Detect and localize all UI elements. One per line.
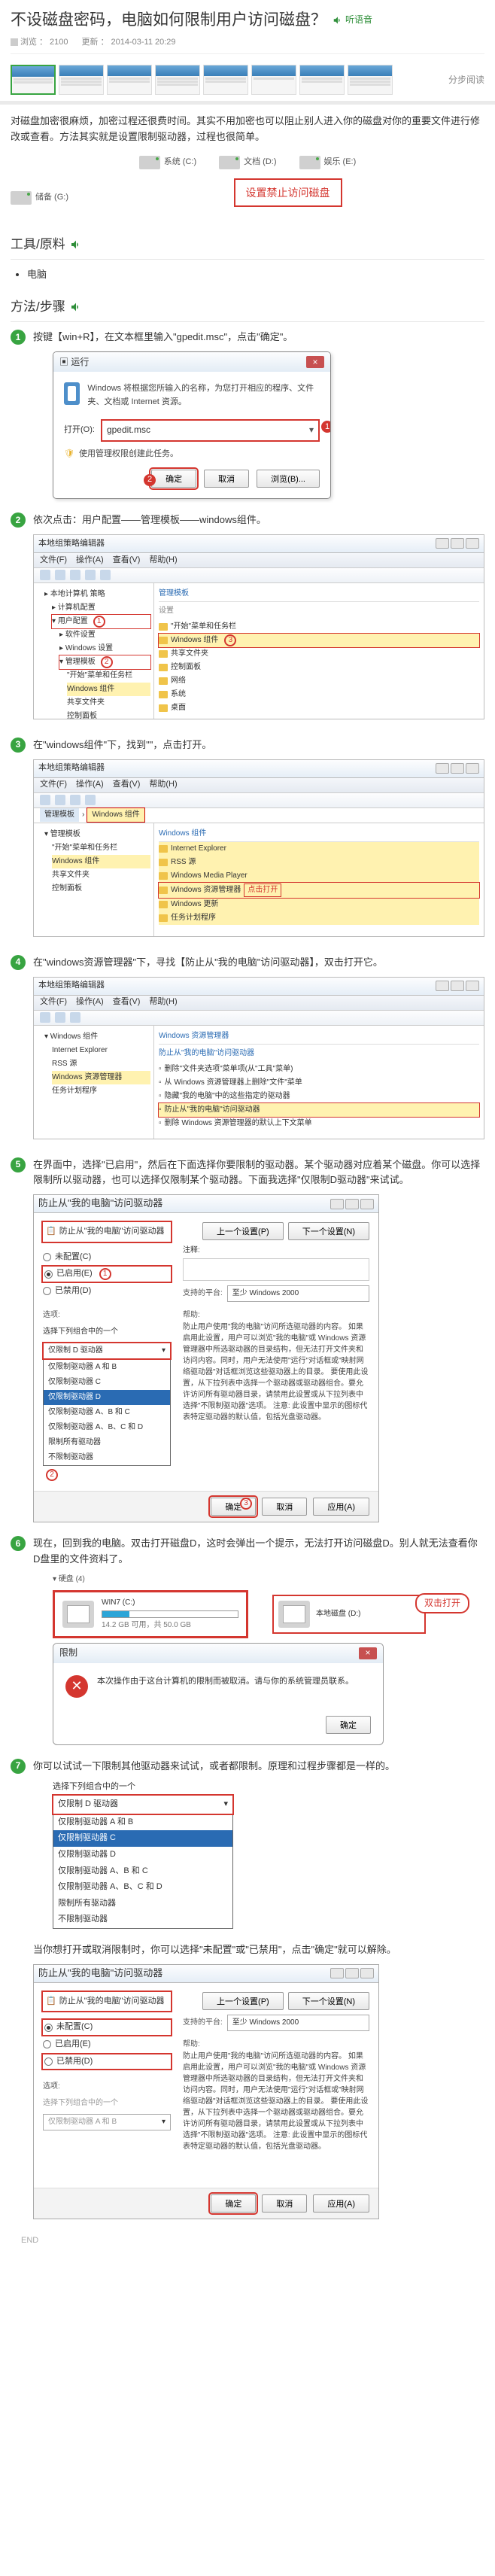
anno-2: 2 xyxy=(144,474,156,486)
right-pane[interactable]: Windows 组件 Internet Explorer RSS 源 Windo… xyxy=(154,823,484,936)
annotation-label: 双击打开 xyxy=(415,1593,469,1613)
close-icon[interactable] xyxy=(466,538,479,549)
thumb-8[interactable] xyxy=(348,65,393,95)
apply-button[interactable]: 应用(A) xyxy=(313,1498,369,1516)
step-number: 7 xyxy=(11,1759,26,1774)
audio-link[interactable]: 听语音 xyxy=(333,13,372,27)
close-icon[interactable]: × xyxy=(306,356,324,368)
toolbar[interactable] xyxy=(34,568,484,583)
min-icon[interactable] xyxy=(436,538,449,549)
run-title: ▣ 运行 xyxy=(59,355,89,370)
cancel-button[interactable]: 取消 xyxy=(262,1498,307,1516)
step-text: 在界面中，选择"已启用"，然后在下面选择你要限制的驱动器。某个驱动器对应着某个磁… xyxy=(33,1157,484,1189)
error-dialog: 限制× ✕ 本次操作由于这台计算机的限制而被取消。请与你的系统管理员联系。 确定 xyxy=(53,1643,384,1745)
gpedit-window: 本地组策略编辑器 文件(F)操作(A)查看(V)帮助(H) ▸ 本地计算机 策略… xyxy=(33,534,484,719)
thumb-4[interactable] xyxy=(155,65,200,95)
shield-text: 使用管理权限创建此任务。 xyxy=(79,448,178,461)
drive-icon xyxy=(11,191,32,205)
step-number: 5 xyxy=(11,1157,26,1172)
thumb-5[interactable] xyxy=(203,65,248,95)
step-number: 1 xyxy=(11,330,26,345)
ok-button[interactable]: 确定 xyxy=(211,2194,256,2213)
error-message: 本次操作由于这台计算机的限制而被取消。请与你的系统管理员联系。 xyxy=(97,1675,354,1689)
hdd-icon xyxy=(62,1601,94,1628)
tree-pane[interactable]: ▾ 管理模板 "开始"菜单和任务栏 Windows 组件 共享文件夹 控制面板 xyxy=(34,823,154,936)
speaker-icon[interactable] xyxy=(70,239,82,251)
cancel-button[interactable]: 取消 xyxy=(204,470,249,488)
menubar[interactable]: 文件(F)操作(A)查看(V)帮助(H) xyxy=(34,553,484,568)
gpedit-window: 本地组策略编辑器 文件(F)操作(A)查看(V)帮助(H) ▾ Windows … xyxy=(33,977,484,1139)
drives-illustration: 系统 (C:) 文档 (D:) 娱乐 (E:) xyxy=(11,156,484,169)
shield-icon: 🛡 xyxy=(64,448,74,461)
drive-c[interactable]: WIN7 (C:) 14.2 GB 可用，共 50.0 GB xyxy=(53,1590,248,1638)
drive-icon xyxy=(139,156,160,169)
right-pane[interactable]: 管理模板 设置 "开始"菜单和任务栏 Windows 组件3 共享文件夹 控制面… xyxy=(154,583,484,719)
prev-button[interactable]: 上一个设置(P) xyxy=(202,1222,284,1240)
page-title: 不设磁盘密码，电脑如何限制用户访问磁盘？ xyxy=(11,8,326,33)
split-read-link[interactable]: 分步阅读 xyxy=(448,73,484,87)
audio-label: 听语音 xyxy=(345,13,372,27)
open-label: 打开(O): xyxy=(64,424,95,437)
tool-item: 电脑 xyxy=(27,267,484,283)
hdd-icon xyxy=(278,1601,310,1628)
thumb-3[interactable] xyxy=(107,65,152,95)
step-text: 依次点击：用户配置——管理模板——windows组件。 xyxy=(33,512,484,528)
speaker-icon xyxy=(333,15,343,26)
step-number: 4 xyxy=(11,955,26,970)
policy-dialog-2: 防止从"我的电脑"访问驱动器 📋防止从"我的电脑"访问驱动器 未配置(C) 已启… xyxy=(33,1964,379,2219)
prev-button[interactable]: 上一个设置(P) xyxy=(202,1992,284,2010)
max-icon[interactable] xyxy=(451,538,464,549)
step-text: 现在，回到我的电脑。双击打开磁盘D，这时会弹出一个提示，无法打开访问磁盘D。别人… xyxy=(33,1536,484,1568)
step-number: 3 xyxy=(11,738,26,753)
section-steps: 方法/步骤 xyxy=(11,297,484,322)
views-meta: 浏览：2100 xyxy=(11,36,68,50)
run-icon xyxy=(64,382,80,405)
run-dialog: ▣ 运行 × Windows 将根据您所输入的名称，为您打开相应的程序、文件夹、文… xyxy=(53,351,331,499)
section-tools: 工具/原料 xyxy=(11,234,484,260)
radio-group[interactable]: 未配置(C) 已启用(E)1 已禁用(D) xyxy=(43,1251,171,1298)
intro-paragraph: 对磁盘加密很麻烦，加密过程还很费时间。其实不用加密也可以阻止别人进入你的磁盘对你… xyxy=(11,114,484,145)
run-description: Windows 将根据您所输入的名称，为您打开相应的程序、文件夹、文档或 Int… xyxy=(87,382,320,409)
close-icon[interactable]: × xyxy=(359,1647,377,1659)
extra-text: 当你想打开或取消限制时，你可以选择"未配置"或"已禁用"，点击"确定"就可以解除… xyxy=(33,1942,484,1958)
tree-pane[interactable]: ▾ Windows 组件 Internet Explorer RSS 源 Win… xyxy=(34,1026,154,1139)
ok-button[interactable]: 确定 xyxy=(151,470,196,488)
step-text: 按键【win+R】，在文本框里输入"gpedit.msc"，点击"确定"。 xyxy=(33,330,484,345)
restrict-dropdown[interactable]: 仅限制驱动器 A 和 B 仅限制驱动器 C 仅限制驱动器 D 仅限制驱动器 A、… xyxy=(43,1359,171,1466)
policy-description: 防止用户使用"我的电脑"访问所选驱动器的内容。 如果启用此设置，用户可以浏览"我… xyxy=(183,1321,369,1449)
step-text: 在"windows资源管理器"下，寻找【防止从"我的电脑"访问驱动器】，双击打开… xyxy=(33,955,484,971)
next-button[interactable]: 下一个设置(N) xyxy=(288,1222,369,1240)
callout-box: 设置禁止访问磁盘 xyxy=(234,178,342,207)
policy-title: 📋防止从"我的电脑"访问驱动器 xyxy=(43,1222,171,1242)
apply-button[interactable]: 应用(A) xyxy=(313,2194,369,2213)
step-number: 6 xyxy=(11,1536,26,1551)
ok-button[interactable]: 确定 xyxy=(326,1716,371,1734)
restrict-select[interactable]: 仅限制 D 驱动器▾ xyxy=(43,1343,171,1359)
step-text: 你可以试试一下限制其他驱动器来试试，或者都限制。原理和过程步骤都是一样的。 xyxy=(33,1759,484,1775)
restrict-select[interactable]: 仅限制 D 驱动器▾ 仅限制驱动器 A 和 B 仅限制驱动器 C 仅限制驱动器 … xyxy=(53,1795,233,1929)
step-number: 2 xyxy=(11,512,26,528)
anno-1: 1 xyxy=(321,421,331,433)
updated-meta: 更新：2014-03-11 20:29 xyxy=(81,36,175,50)
cancel-button[interactable]: 取消 xyxy=(262,2194,307,2213)
thumb-2[interactable] xyxy=(59,65,104,95)
speaker-icon[interactable] xyxy=(70,301,82,313)
policy-dialog: 防止从"我的电脑"访问驱动器 📋防止从"我的电脑"访问驱动器 未配置(C) 已启… xyxy=(33,1194,379,1522)
next-button[interactable]: 下一个设置(N) xyxy=(288,1992,369,2010)
tree-pane[interactable]: ▸ 本地计算机 策略 ▸ 计算机配置 ▾ 用户配置 1 ▸ 软件设置 ▸ Win… xyxy=(34,583,154,719)
drive-icon xyxy=(219,156,240,169)
step-text: 在"windows组件"下，找到""，点击打开。 xyxy=(33,738,484,753)
error-icon: ✕ xyxy=(65,1675,88,1698)
thumb-1[interactable] xyxy=(11,65,56,95)
thumb-7[interactable] xyxy=(299,65,345,95)
browse-button[interactable]: 浏览(B)... xyxy=(257,470,320,488)
end-marker: END xyxy=(11,2219,484,2278)
drive-icon xyxy=(299,156,320,169)
thumbnail-strip: 分步阅读 xyxy=(0,59,495,105)
run-input[interactable]: gpedit.msc▾ xyxy=(101,419,320,441)
gpedit-window: 本地组策略编辑器 文件(F)操作(A)查看(V)帮助(H) 管理模板›Windo… xyxy=(33,759,484,937)
bar-icon xyxy=(11,38,18,46)
thumb-6[interactable] xyxy=(251,65,296,95)
right-pane[interactable]: Windows 资源管理器 防止从"我的电脑"访问驱动器 ▫删除"文件夹选项"菜… xyxy=(154,1026,484,1139)
